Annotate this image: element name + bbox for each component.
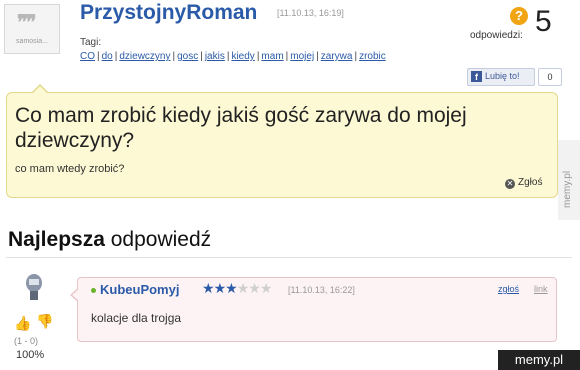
vote-tally: (1 - 0) [14, 336, 39, 346]
side-watermark-text: memy.pl [562, 170, 573, 208]
star-empty-icon: ★ [248, 280, 261, 296]
question-timestamp: [11.10.13, 16:19] [277, 8, 344, 18]
tag-link[interactable]: mam [261, 51, 283, 62]
side-watermark: memy.pl [558, 140, 580, 220]
facebook-icon: f [471, 71, 482, 82]
answers-label: odpowiedzi: [470, 30, 523, 41]
tag-separator: | [97, 51, 100, 62]
report-answer-link[interactable]: zgłoś [498, 284, 519, 294]
report-label: Zgłoś [518, 177, 543, 188]
best-answer-heading-rest: odpowiedź [104, 228, 212, 251]
star-filled-icon: ★ [225, 280, 238, 296]
question-mark-icon: ? [510, 7, 528, 25]
online-status-dot [91, 288, 96, 293]
site-watermark: memy.pl [498, 350, 580, 370]
tag-link[interactable]: gosc [177, 51, 198, 62]
avatar-label: samosia... [16, 38, 48, 45]
question-title: Co mam zrobić kiedy jakiś gość zarywa do… [15, 104, 467, 152]
tag-link[interactable]: CO [80, 51, 95, 62]
like-label: Lubię to! [485, 71, 520, 81]
helmet-avatar-icon [26, 274, 42, 300]
tags-label: Tagi: [80, 37, 102, 48]
report-question-button[interactable]: ✕ Zgłoś [505, 177, 542, 189]
best-answer-heading-bold: Najlepsza [8, 228, 105, 251]
star-empty-icon: ★ [259, 280, 273, 296]
tag-separator: | [316, 51, 319, 62]
best-answer-heading: Najlepsza odpowiedź [8, 228, 211, 252]
tag-link[interactable]: dziewczyny [119, 51, 170, 62]
star-empty-icon: ★ [236, 280, 250, 296]
facebook-like-button[interactable]: f Lubię to! [467, 68, 535, 86]
tag-link[interactable]: kiedy [231, 51, 254, 62]
answers-count: 5 [535, 5, 552, 38]
divider [6, 257, 572, 258]
tag-list: Tagi: CO | do | dziewczyny | gosc | jakis | kiedy |… [80, 36, 400, 64]
tag-link[interactable]: do [102, 51, 113, 62]
vote-percent: 100% [16, 349, 45, 361]
close-circle-icon: ✕ [505, 179, 515, 189]
speech-bubbles-icon: ❞❞ [17, 12, 36, 34]
question-box: Co mam zrobić kiedy jakiś gość zarywa do… [6, 84, 558, 198]
star-filled-icon: ★ [213, 280, 227, 296]
like-count: 0 [538, 68, 562, 86]
tag-link[interactable]: jakis [205, 51, 225, 62]
tag-link[interactable]: zrobic [359, 51, 386, 62]
answer-author-avatar[interactable] [24, 273, 44, 301]
question-author-link[interactable]: PrzystojnyRoman [80, 1, 257, 25]
tag-link[interactable]: mojej [290, 51, 314, 62]
thumbs-up-icon[interactable]: 👍 [14, 315, 31, 332]
question-description: co mam wtedy zrobić? [15, 163, 125, 175]
answer-author-link[interactable]: KubeuPomyj [100, 282, 179, 297]
answer-timestamp: [11.10.13, 16:22] [288, 285, 355, 295]
tag-link[interactable]: zarywa [321, 51, 353, 62]
author-avatar[interactable]: ❞❞ samosia... [4, 4, 60, 54]
rating-stars: ★★★★★★ [202, 280, 273, 297]
answer-text: kolacje dla trojga [91, 311, 182, 325]
thumbs-down-icon[interactable]: 👎 [36, 313, 53, 330]
star-filled-icon: ★ [202, 280, 215, 296]
tag-separator: | [200, 51, 203, 62]
answer-permalink[interactable]: link [534, 284, 548, 294]
answer-box: KubeuPomyj ★★★★★★ [11.10.13, 16:22] zgło… [70, 277, 557, 342]
